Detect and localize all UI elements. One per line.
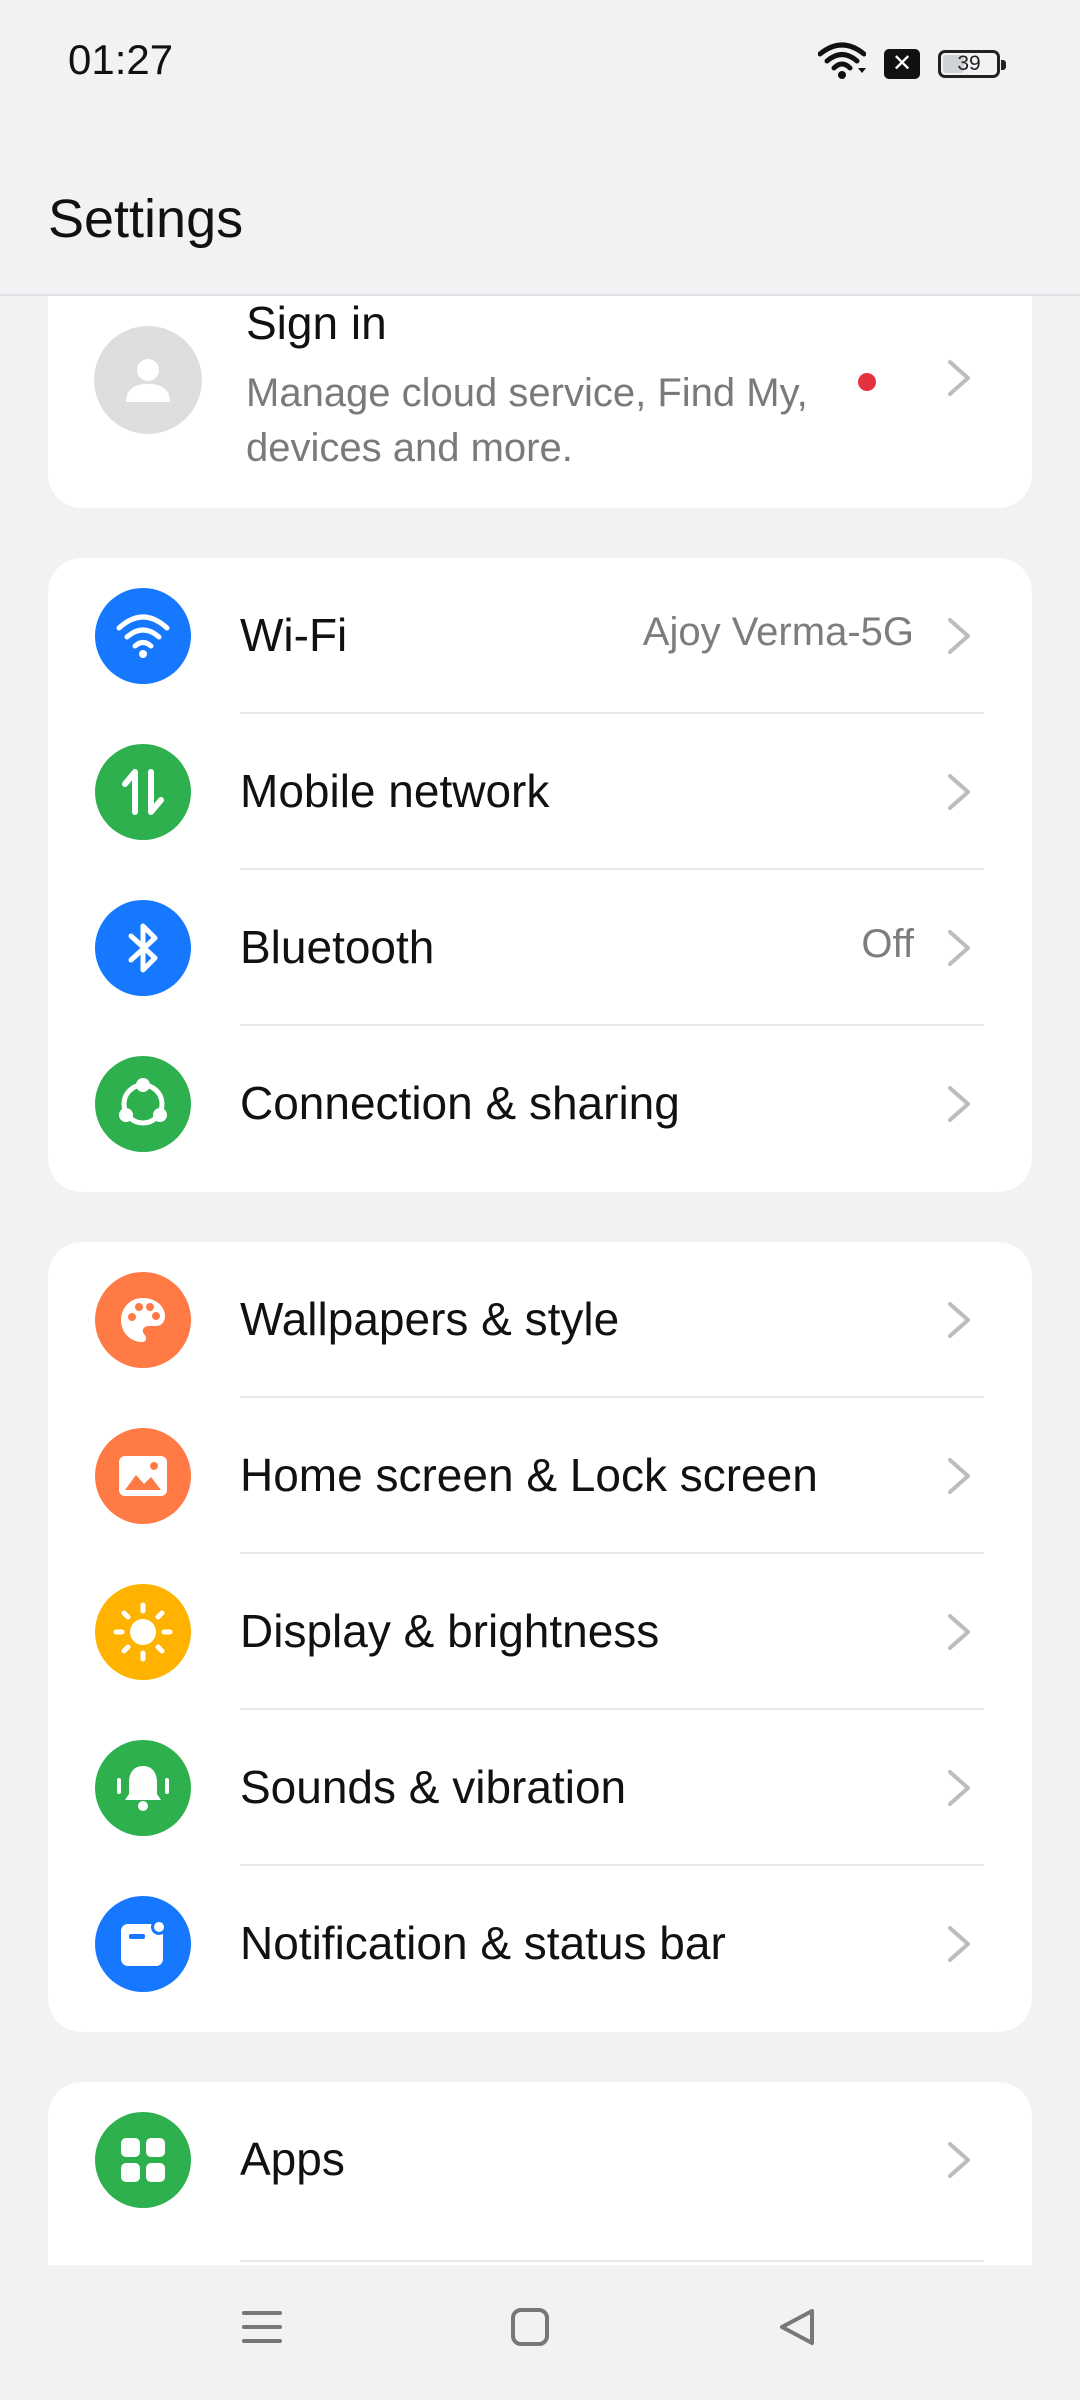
settings-item-label: Wallpapers & style — [240, 1293, 620, 1345]
personalization-group: Wallpapers & style Home screen & Lock sc… — [48, 1242, 1032, 2032]
settings-item-value: Ajoy Verma-5G — [642, 610, 914, 654]
palette-icon — [95, 1272, 191, 1368]
person-icon — [126, 359, 170, 402]
apps-grid-icon — [95, 2112, 191, 2208]
mobile-data-icon — [95, 744, 191, 840]
notification-icon — [95, 1896, 191, 1992]
bluetooth-icon — [95, 900, 191, 996]
settings-item-value: Off — [861, 922, 914, 966]
wifi-icon — [95, 588, 191, 684]
settings-item-bluetooth[interactable]: Bluetooth Off — [48, 870, 1032, 1026]
settings-item-label: Display & brightness — [240, 1605, 660, 1657]
chevron-right-icon — [948, 1614, 970, 1650]
settings-item-label: Connection & sharing — [240, 1077, 680, 1129]
chevron-right-icon — [948, 360, 970, 396]
settings-item-wallpapers[interactable]: Wallpapers & style — [48, 1242, 1032, 1398]
notification-dot — [858, 373, 876, 391]
settings-item-label: Sounds & vibration — [240, 1761, 627, 1813]
settings-item-label: Apps — [240, 2133, 345, 2185]
settings-item-home-lock-screen[interactable]: Home screen & Lock screen — [48, 1398, 1032, 1554]
settings-item-sounds-vibration[interactable]: Sounds & vibration — [48, 1710, 1032, 1866]
battery-icon: 39 — [938, 49, 1006, 78]
chevron-right-icon — [948, 618, 970, 654]
settings-item-label: Wi-Fi — [240, 609, 348, 661]
signin-subtitle: Manage cloud service, Find My, devices a… — [246, 371, 808, 470]
avatar — [94, 326, 202, 434]
settings-item-display-brightness[interactable]: Display & brightness — [48, 1554, 1032, 1710]
settings-item-connection-sharing[interactable]: Connection & sharing — [48, 1026, 1032, 1182]
page-title: Settings — [48, 189, 244, 249]
chevron-right-icon — [948, 2142, 970, 2178]
chevron-right-icon — [948, 1926, 970, 1962]
chevron-right-icon — [948, 1086, 970, 1122]
bell-icon — [95, 1740, 191, 1836]
settings-item-label: Mobile network — [240, 765, 550, 817]
apps-group: Apps — [48, 2082, 1032, 2265]
settings-item-label: Bluetooth — [240, 921, 435, 973]
navigation-bar — [0, 2265, 1080, 2400]
chevron-right-icon — [948, 1302, 970, 1338]
share-icon — [95, 1056, 191, 1152]
status-bar: 01:27 ✕ 39 — [0, 0, 1080, 125]
battery-level: 39 — [957, 51, 981, 75]
close-box-icon: ✕ — [884, 48, 920, 79]
account-card[interactable]: Sign in Manage cloud service, Find My, d… — [48, 296, 1032, 508]
settings-item-label: Notification & status bar — [240, 1917, 726, 1969]
settings-item-apps[interactable]: Apps — [48, 2082, 1032, 2262]
connectivity-group: Wi-Fi Ajoy Verma-5G Mobile network Bluet… — [48, 558, 1032, 1192]
settings-item-wifi[interactable]: Wi-Fi Ajoy Verma-5G — [48, 558, 1032, 714]
signin-title: Sign in — [246, 297, 387, 349]
sun-icon — [95, 1584, 191, 1680]
chevron-right-icon — [948, 774, 970, 810]
settings-item-notification-status-bar[interactable]: Notification & status bar — [48, 1866, 1032, 2022]
wifi-icon — [817, 42, 867, 85]
menu-icon[interactable] — [232, 2297, 292, 2357]
status-time: 01:27 — [68, 36, 174, 83]
settings-item-label: Home screen & Lock screen — [240, 1449, 818, 1501]
chevron-right-icon — [948, 1458, 970, 1494]
chevron-right-icon — [948, 1770, 970, 1806]
status-icons: ✕ 39 — [817, 42, 1006, 85]
image-icon — [95, 1428, 191, 1524]
chevron-right-icon — [948, 930, 970, 966]
settings-item-mobile-network[interactable]: Mobile network — [48, 714, 1032, 870]
home-icon[interactable] — [500, 2297, 560, 2357]
back-icon[interactable] — [766, 2297, 826, 2357]
